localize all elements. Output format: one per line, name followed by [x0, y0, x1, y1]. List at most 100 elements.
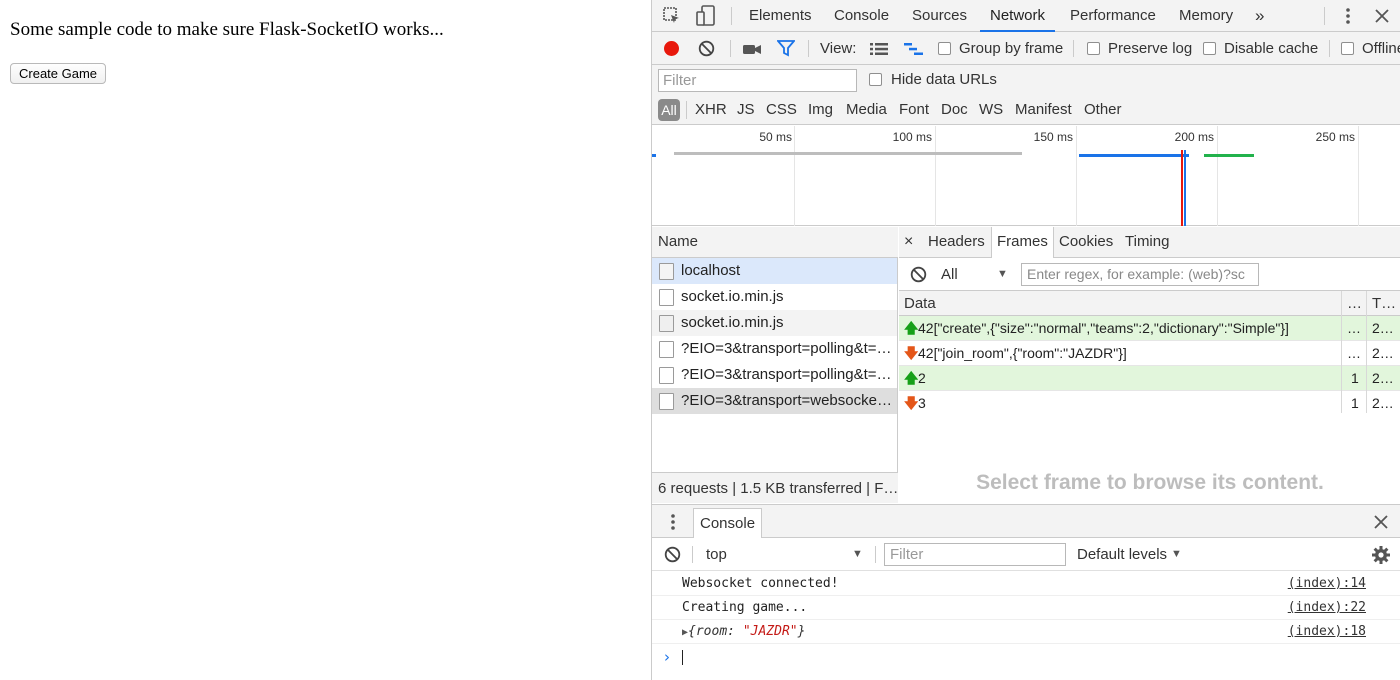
console-toolbar: top ▼ Filter Default levels ▼ — [652, 538, 1400, 571]
console-source-link[interactable]: (index):22 — [1288, 596, 1366, 620]
type-filter-js[interactable]: JS — [737, 95, 755, 125]
clear-console-icon[interactable] — [664, 546, 681, 563]
execution-context-select[interactable]: top — [706, 538, 727, 571]
type-filter-xhr[interactable]: XHR — [695, 95, 727, 125]
hide-data-urls-label: Hide data URLs — [891, 71, 997, 88]
frame-row[interactable]: 🡇 42["join_room",{"room":"JAZDR"}] … 2… — [899, 341, 1400, 366]
column-divider[interactable] — [1366, 291, 1367, 413]
resource-type-filter-bar: All XHR JS CSS Img Media Font Doc WS Man… — [652, 95, 1400, 125]
record-icon[interactable] — [663, 40, 680, 57]
frame-length: … — [1347, 320, 1361, 336]
chevron-down-icon[interactable]: ▼ — [1171, 538, 1182, 571]
tab-console[interactable]: Console — [834, 0, 889, 32]
sent-arrow-icon: 🡅 — [904, 370, 919, 386]
large-rows-icon[interactable] — [870, 41, 888, 56]
tab-timing[interactable]: Timing — [1125, 227, 1169, 258]
network-filter-input[interactable]: Filter — [658, 69, 857, 92]
file-icon — [659, 393, 674, 410]
column-divider[interactable] — [1341, 291, 1342, 413]
column-header-length[interactable]: … — [1347, 291, 1362, 316]
disable-cache-checkbox[interactable] — [1203, 42, 1216, 55]
chevron-down-icon[interactable]: ▼ — [852, 538, 863, 571]
script-file-icon — [659, 289, 674, 306]
console-filter-input[interactable]: Filter — [884, 543, 1066, 566]
frame-row[interactable]: 🡇 3 1 2… — [899, 391, 1400, 413]
type-filter-media[interactable]: Media — [846, 95, 887, 125]
gear-icon[interactable] — [1371, 545, 1391, 565]
close-detail-button[interactable]: × — [904, 227, 913, 258]
type-filter-other[interactable]: Other — [1084, 95, 1122, 125]
requests-summary-status: 6 requests | 1.5 KB transferred | F… — [652, 472, 898, 503]
sent-arrow-icon: 🡅 — [904, 320, 919, 336]
filter-icon[interactable] — [776, 40, 796, 57]
type-filter-css[interactable]: CSS — [766, 95, 797, 125]
type-filter-font[interactable]: Font — [899, 95, 929, 125]
clear-frames-icon[interactable] — [910, 266, 927, 283]
log-levels-select[interactable]: Default levels — [1077, 538, 1167, 571]
tab-memory[interactable]: Memory — [1179, 0, 1233, 32]
close-drawer-icon[interactable] — [1372, 513, 1390, 531]
tab-network[interactable]: Network — [980, 0, 1056, 32]
console-prompt-row[interactable]: › — [652, 645, 1400, 669]
timeline-label: 150 ms — [1033, 130, 1073, 144]
device-toolbar-icon[interactable] — [696, 5, 716, 27]
drawer-tab-console[interactable]: Console — [693, 508, 763, 539]
create-game-button[interactable]: Create Game — [10, 63, 107, 84]
frames-filter-bar: All ▼ Enter regex, for example: (web)?sc — [899, 258, 1400, 291]
timeline-gridline — [935, 126, 936, 226]
clear-icon[interactable] — [698, 40, 715, 57]
tab-frames[interactable]: Frames — [991, 227, 1054, 258]
hide-data-urls-checkbox[interactable] — [869, 73, 882, 86]
tab-elements[interactable]: Elements — [749, 0, 812, 32]
request-row[interactable]: ?EIO=3&transport=polling&t=… — [652, 362, 897, 388]
network-overview-timeline[interactable]: 50 ms 100 ms 150 ms 200 ms 250 ms — [652, 126, 1400, 226]
column-header-time[interactable]: T… — [1372, 291, 1396, 316]
tab-cookies[interactable]: Cookies — [1059, 227, 1113, 258]
type-filter-img[interactable]: Img — [808, 95, 833, 125]
drawer-menu-icon[interactable] — [668, 512, 678, 532]
tab-performance[interactable]: Performance — [1070, 0, 1156, 32]
name-column-header[interactable]: Name — [652, 227, 898, 258]
column-header-data[interactable]: Data — [904, 291, 936, 316]
type-filter-doc[interactable]: Doc — [941, 95, 968, 125]
console-source-link[interactable]: (index):18 — [1288, 620, 1366, 644]
inspect-element-icon[interactable] — [662, 6, 682, 26]
view-label: View: — [820, 40, 857, 57]
more-tabs-button[interactable]: » — [1255, 0, 1264, 32]
frame-row[interactable]: 🡅 2 1 2… — [899, 366, 1400, 391]
close-devtools-icon[interactable] — [1372, 6, 1392, 26]
frames-type-select[interactable]: All — [941, 258, 958, 291]
console-source-link[interactable]: (index):14 — [1288, 572, 1366, 596]
console-log-entry[interactable]: ▶{room: "JAZDR"} (index):18 — [652, 620, 1400, 644]
screenshot-camera-icon[interactable] — [742, 40, 762, 57]
text-cursor — [682, 650, 683, 665]
console-log-entry: Websocket connected! (index):14 — [652, 572, 1400, 596]
type-filter-manifest[interactable]: Manifest — [1015, 95, 1072, 125]
toolbar-divider — [692, 546, 693, 563]
type-filter-all[interactable]: All — [658, 99, 680, 121]
offline-checkbox[interactable] — [1341, 42, 1354, 55]
tab-headers[interactable]: Headers — [928, 227, 985, 258]
chevron-down-icon[interactable]: ▼ — [997, 258, 1008, 291]
frame-row[interactable]: 🡅 42["create",{"size":"normal","teams":2… — [899, 316, 1400, 341]
tab-sources[interactable]: Sources — [912, 0, 967, 32]
more-options-icon[interactable] — [1338, 6, 1358, 26]
request-row[interactable]: ?EIO=3&transport=polling&t=… — [652, 336, 897, 362]
type-filter-ws[interactable]: WS — [979, 95, 1003, 125]
timeline-gridline — [1358, 126, 1359, 226]
disable-cache-label: Disable cache — [1224, 40, 1319, 57]
request-row-selected[interactable]: ?EIO=3&transport=websocke… — [652, 388, 897, 414]
group-by-frame-checkbox[interactable] — [938, 42, 951, 55]
timeline-bar — [652, 154, 656, 157]
frames-regex-input[interactable]: Enter regex, for example: (web)?sc — [1021, 263, 1259, 286]
timeline-bar — [1204, 154, 1254, 157]
console-object-message[interactable]: ▶{room: "JAZDR"} — [682, 620, 805, 645]
request-row[interactable]: socket.io.min.js — [652, 284, 897, 310]
offline-label: Offline — [1362, 40, 1400, 57]
preserve-log-checkbox[interactable] — [1087, 42, 1100, 55]
toolbar-divider — [808, 40, 809, 57]
request-row[interactable]: localhost — [652, 258, 897, 284]
request-row[interactable]: socket.io.min.js — [652, 310, 897, 336]
waterfall-overview-icon[interactable] — [904, 41, 924, 56]
prompt-chevron-icon: › — [664, 648, 670, 666]
